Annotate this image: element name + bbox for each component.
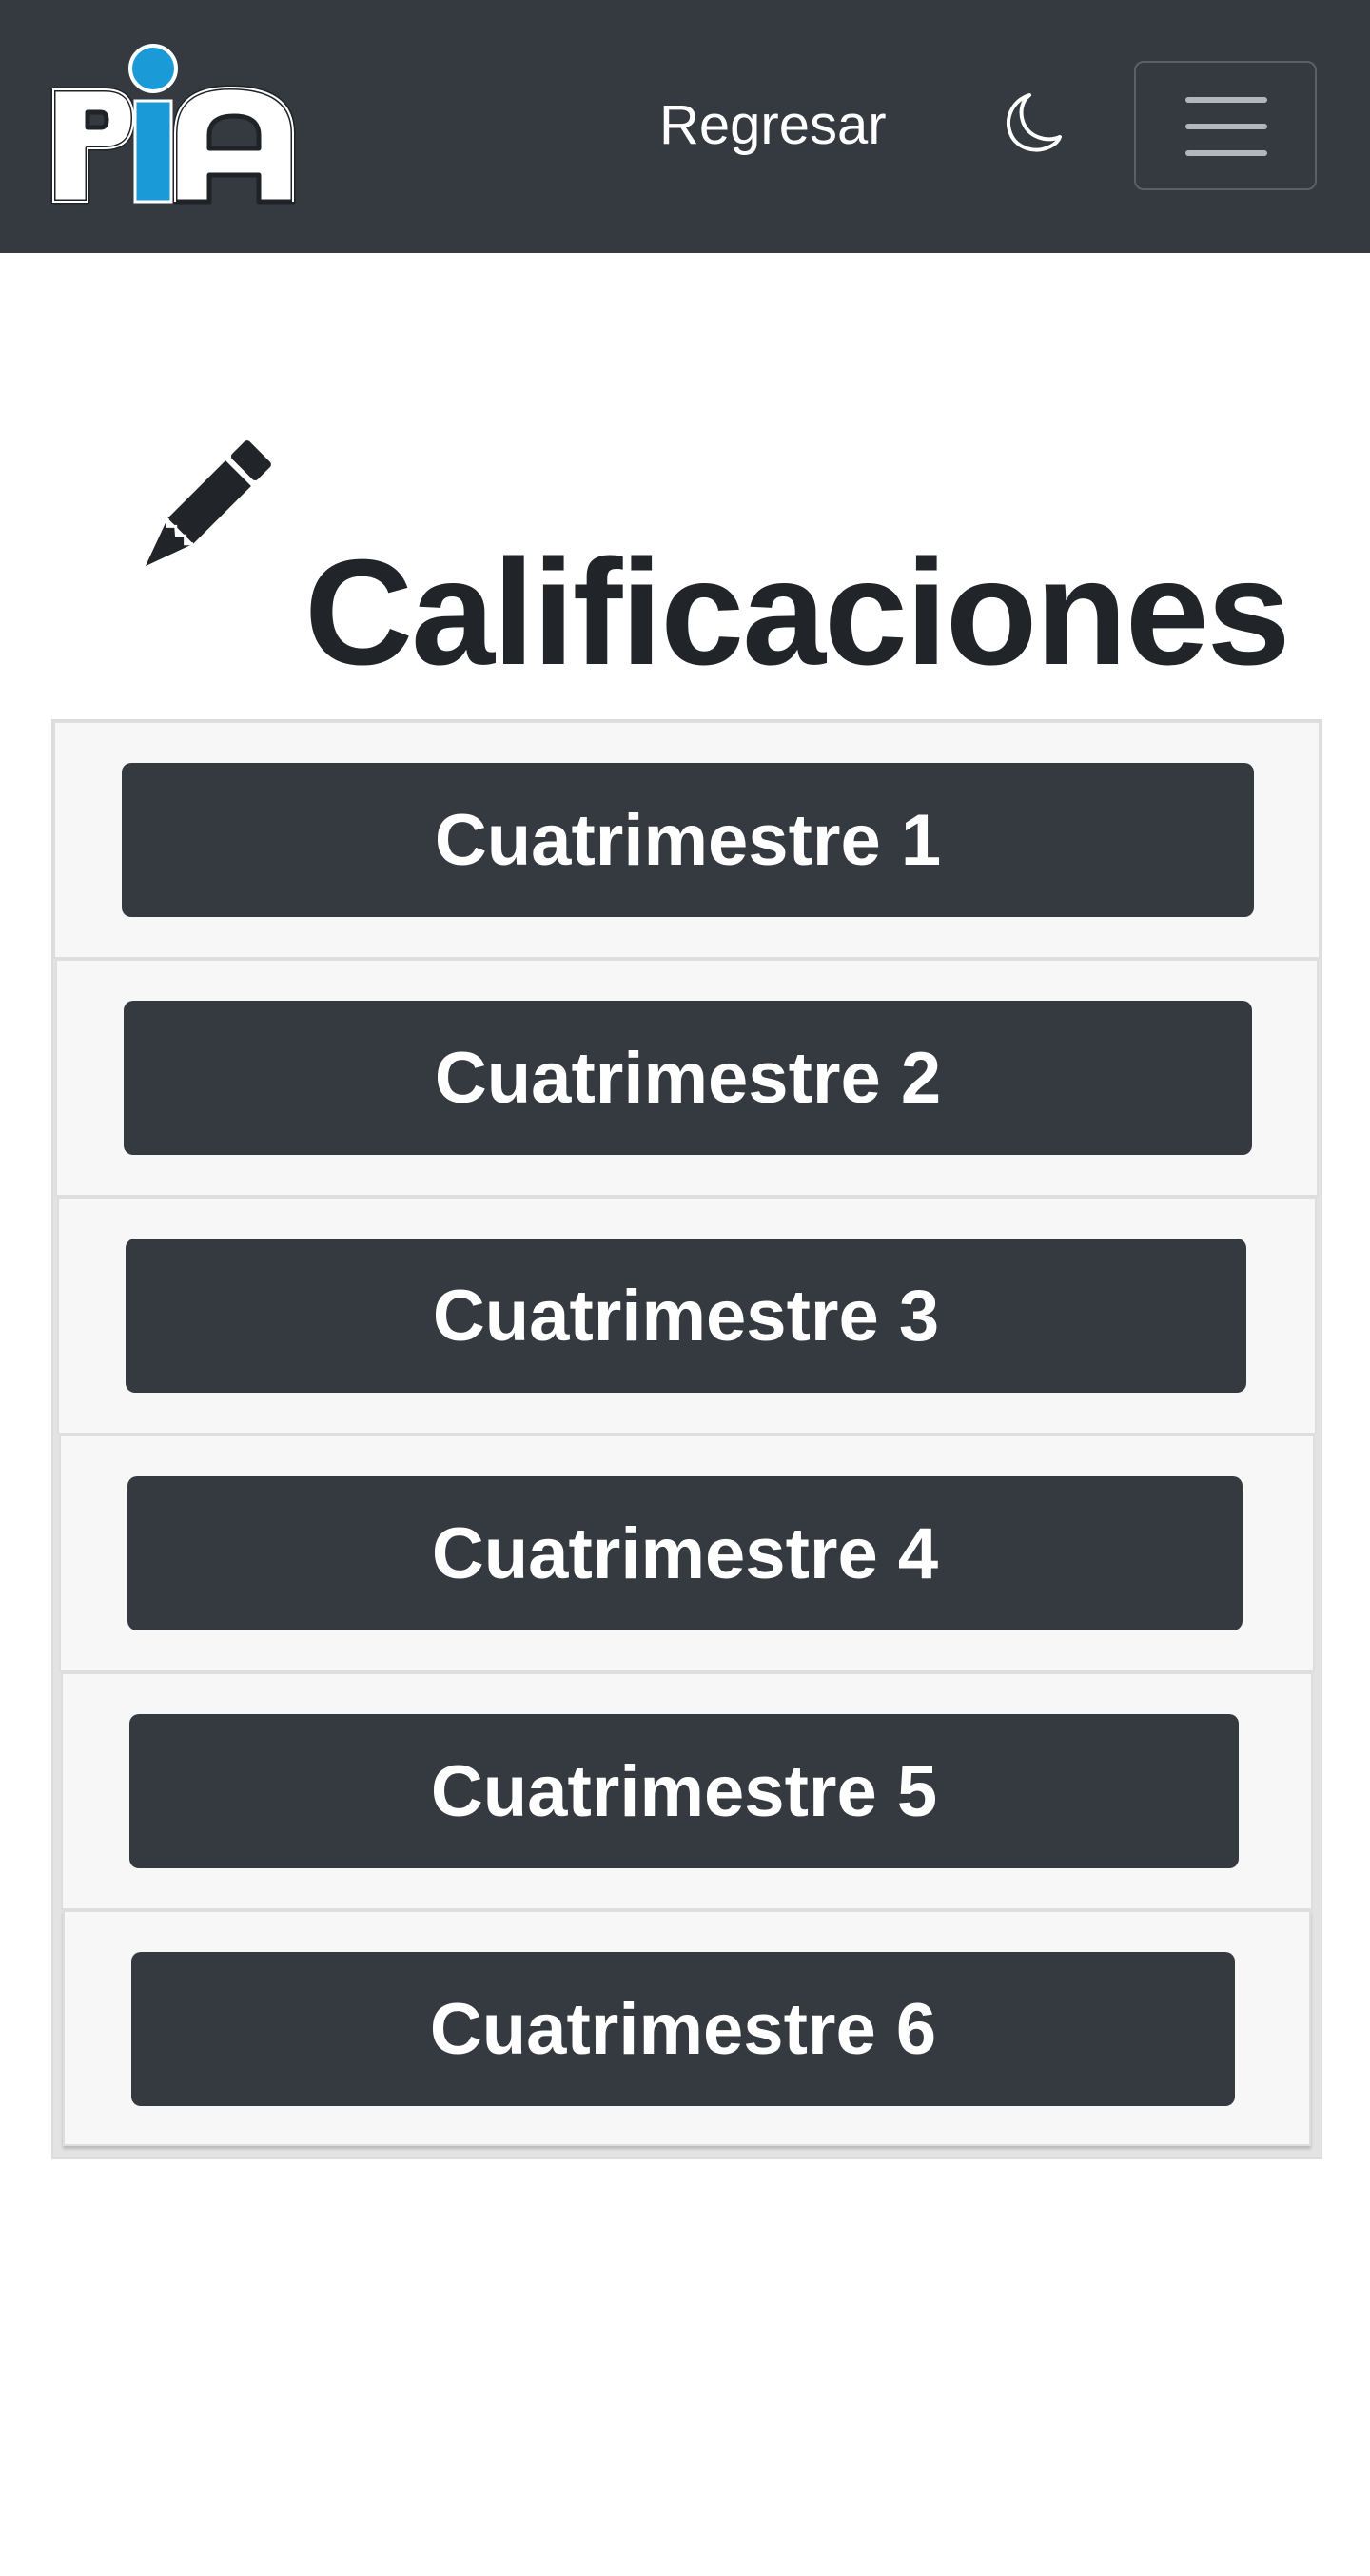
list-item: Cuatrimestre 3: [57, 1197, 1317, 1434]
navbar: Regresar: [0, 0, 1370, 253]
semester-list: Cuatrimestre 1 Cuatrimestre 2 Cuatrimest…: [51, 719, 1322, 2159]
list-item: Cuatrimestre 6: [63, 1910, 1311, 2146]
list-item: Cuatrimestre 4: [59, 1434, 1315, 1672]
list-item: Cuatrimestre 1: [53, 721, 1321, 959]
hamburger-icon: [1185, 124, 1267, 129]
moon-icon[interactable]: [1001, 91, 1062, 156]
list-item: Cuatrimestre 2: [55, 959, 1319, 1197]
semester-5-button[interactable]: Cuatrimestre 5: [129, 1714, 1239, 1868]
hamburger-icon: [1185, 150, 1267, 156]
list-item: Cuatrimestre 5: [61, 1672, 1313, 1910]
pia-logo[interactable]: [49, 42, 303, 213]
pencil-icon: [145, 440, 271, 567]
semester-4-button[interactable]: Cuatrimestre 4: [127, 1476, 1243, 1630]
semester-6-button[interactable]: Cuatrimestre 6: [131, 1952, 1235, 2106]
hamburger-icon: [1185, 97, 1267, 103]
semester-3-button[interactable]: Cuatrimestre 3: [126, 1239, 1246, 1393]
page-title: Calificaciones: [304, 528, 1291, 696]
semester-2-button[interactable]: Cuatrimestre 2: [124, 1001, 1252, 1155]
menu-toggle-button[interactable]: [1134, 61, 1317, 190]
semester-1-button[interactable]: Cuatrimestre 1: [122, 763, 1254, 917]
back-link[interactable]: Regresar: [659, 91, 887, 160]
